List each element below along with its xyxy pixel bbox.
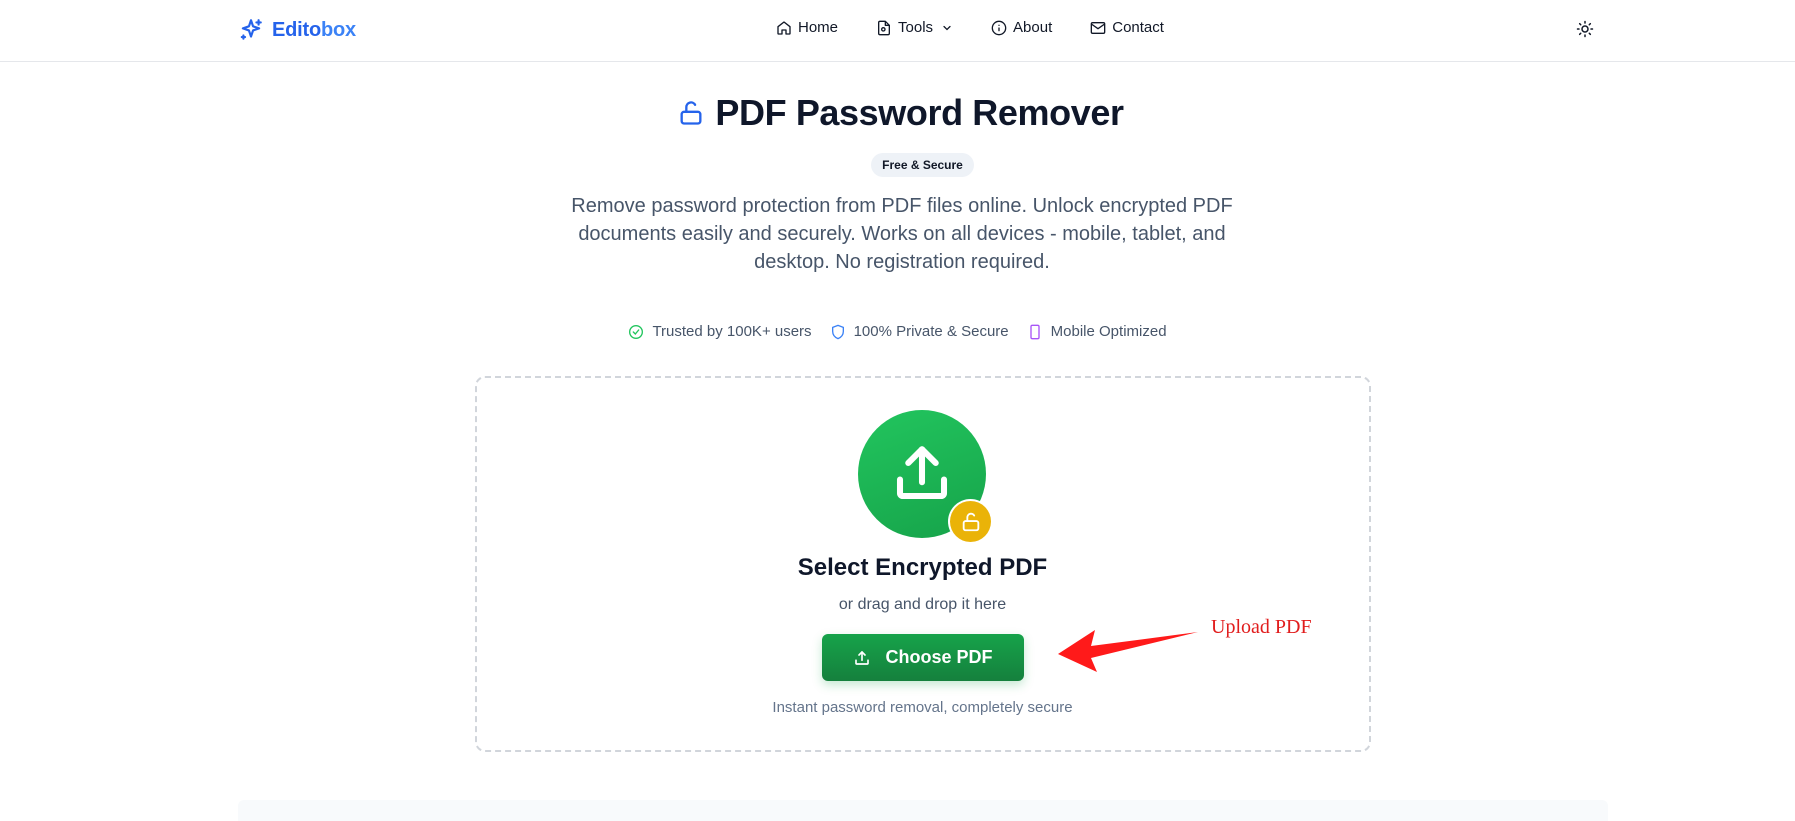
nav-about[interactable]: About [991, 19, 1052, 36]
trust-item-mobile: Mobile Optimized [1027, 323, 1167, 340]
nav-home-label: Home [798, 19, 839, 36]
info-icon [991, 20, 1007, 35]
nav-contact-label: Contact [1112, 19, 1164, 36]
page-title: PDF Password Remover [715, 92, 1124, 133]
trust-users-label: Trusted by 100K+ users [652, 323, 812, 340]
annotation-label: Upload PDF [1211, 616, 1312, 638]
nav-home[interactable]: Home [776, 19, 838, 36]
annotation-arrow-icon [1058, 630, 1198, 672]
home-icon [777, 20, 791, 35]
choose-pdf-button[interactable]: Choose PDF [822, 634, 1024, 681]
nav-contact[interactable]: Contact [1090, 19, 1164, 36]
main-nav: Home Tools About Contact [776, 19, 1164, 36]
file-tool-icon [878, 20, 891, 35]
upload-subtitle: or drag and drop it here [838, 596, 1007, 613]
upload-icon [855, 650, 870, 665]
trust-item-users: Trusted by 100K+ users [628, 323, 812, 340]
trust-indicators: Trusted by 100K+ users 100% Private & Se… [0, 323, 1795, 340]
free-secure-badge: Free & Secure [871, 153, 974, 177]
page-title-row: PDF Password Remover [0, 92, 1795, 134]
site-header: Editobox Home Tools About Contact [0, 0, 1795, 62]
check-circle-icon [629, 324, 644, 339]
nav-tools[interactable]: Tools [876, 19, 953, 36]
nav-about-label: About [1013, 19, 1053, 36]
smartphone-icon [1029, 324, 1040, 339]
upload-title: Select Encrypted PDF [797, 554, 1048, 581]
sun-icon [1576, 20, 1594, 38]
shield-icon [831, 324, 844, 339]
unlock-icon [962, 512, 979, 531]
below-fold-panel [238, 800, 1608, 821]
unlock-icon [680, 101, 702, 125]
sparkles-icon [238, 17, 264, 43]
lock-badge [950, 501, 991, 542]
chevron-down-icon [943, 25, 951, 30]
upload-hint: Instant password removal, completely sec… [772, 699, 1073, 716]
nav-tools-label: Tools [898, 19, 934, 36]
theme-toggle-button[interactable] [1576, 20, 1594, 38]
brand-logo[interactable]: Editobox [238, 17, 356, 43]
upload-icon [896, 446, 948, 500]
mail-icon [1090, 21, 1106, 34]
trust-item-private: 100% Private & Secure [830, 323, 1009, 340]
brand-name: Editobox [272, 18, 356, 41]
trust-private-label: 100% Private & Secure [853, 323, 1009, 340]
page-description: Remove password protection from PDF file… [571, 195, 1233, 273]
choose-pdf-label: Choose PDF [885, 647, 993, 667]
trust-mobile-label: Mobile Optimized [1050, 323, 1167, 340]
